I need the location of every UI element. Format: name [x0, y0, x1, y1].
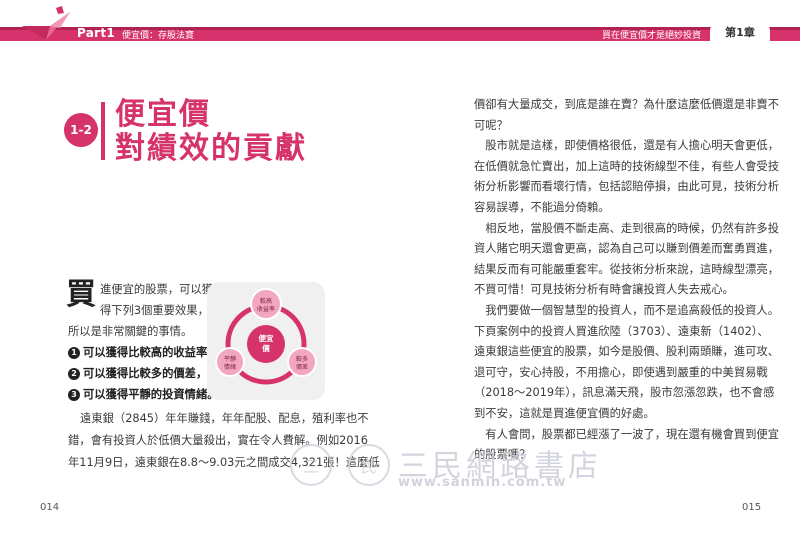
intro-line: 進便宜的股票，可以獲 [100, 283, 213, 296]
body-line: 術分析影響而看壞行情，包括認賠停損，由此可見，技術分析 [474, 180, 780, 194]
section-title-line1: 便宜價 [115, 97, 211, 132]
body-line: （2018～2019年），訊息滿天飛，股市忽漲忽跌，也不會感 [474, 386, 775, 400]
paper-boat-icon [22, 6, 70, 40]
top-label-2: 收益率 [257, 305, 275, 313]
center-label-1: 便宜 [259, 333, 274, 343]
body-line: 不買可惜！可見技術分析有時會讓投資人失去戒心。 [474, 283, 734, 297]
benefit-item: 3 可以獲得平靜的投資情緒。 [68, 384, 219, 405]
page-number-left: 014 [40, 502, 60, 513]
cycle-diagram: 便宜 價 較高 收益率 較多 價差 平靜 情緒 [215, 288, 317, 385]
benefit-text: 可以獲得平靜的投資情緒。 [83, 388, 219, 401]
body-line: 在低價就急忙賣出，加上這時的技術線型不佳，有些人會受技 [474, 159, 780, 173]
page-number-right: 015 [742, 502, 762, 513]
benefit-text: 可以獲得比較高的收益率， [83, 346, 219, 359]
part-subtitle: 便宜價：存股法寶 [122, 31, 195, 41]
intro-line: 所以是非常關鍵的事情。 [68, 325, 193, 338]
right-label-1: 較多 [296, 355, 308, 363]
body-line: 退可守，安心持股，不用擔心，即使遇到嚴重的中美貿易戰 [474, 365, 768, 379]
benefit-item: 1 可以獲得比較高的收益率， [68, 342, 219, 363]
number-badge: 1 [68, 347, 80, 359]
center-label-2: 價 [261, 343, 270, 353]
watermark-seal: 三 [290, 444, 332, 486]
body-line: 價卻有大量成交，到底是誰在賣？為什麼這麼低價還是非賣不 [474, 98, 780, 111]
body-line: 到不安，這就是買進便宜價的好處。 [474, 407, 655, 420]
body-line: 遠東銀這些便宜的股票，如今是股價、股利兩頭賺，進可攻、 [474, 345, 780, 359]
benefit-text: 可以獲得比較多的價差， [83, 367, 208, 380]
watermark-seal: 民 [348, 444, 390, 486]
dropcap: 買 [66, 277, 96, 312]
left-label-2: 情緒 [224, 363, 236, 371]
body-line: 我們要做一個智慧型的投資人，而不是追高殺低的投資人。 [474, 304, 780, 317]
left-label-1: 平靜 [224, 355, 236, 363]
body-line: 結果反而有可能嚴重套牢。從技術分析來說，這時線型漂亮， [474, 262, 780, 276]
section-number-badge: 1-2 [64, 113, 98, 147]
section-divider [101, 102, 105, 160]
number-badge: 2 [68, 368, 80, 380]
watermark-url: www.sanmin.com.tw [398, 475, 567, 490]
body-line: 遠東銀（2845）年年賺錢，年年配股、配息，殖利率也不 [80, 412, 369, 425]
benefit-diagram: 便宜 價 較高 收益率 較多 價差 平靜 情緒 [207, 282, 325, 400]
body-line: 股市就是這樣，即使價格很低，還是有人擔心明天會更低， [474, 139, 780, 153]
section-title: 便宜價 對績效的貢獻 [115, 98, 307, 166]
body-line: 下頁案例中的投資人買進欣陸（3703）、遠東新（1402）、 [474, 324, 769, 338]
intro-line: 得下列3個重要效果， [100, 304, 209, 317]
part-label: Part1 [77, 26, 116, 40]
body-line: 資人賭它明天還會更高，認為自己可以賺到價差而奮勇買進， [474, 242, 780, 256]
body-line: 年11月9日，遠東銀在8.8～9.03元之間成交4,321張！這麼低 [68, 456, 380, 469]
section-title-line2: 對績效的貢獻 [115, 131, 307, 166]
body-line: 容易誤導，不能過分倚賴。 [474, 201, 610, 214]
body-line: 相反地，當股價不斷走高、走到很高的時候，仍然有許多投 [474, 221, 780, 235]
benefit-item: 2 可以獲得比較多的價差， [68, 363, 207, 384]
right-label-2: 價差 [296, 363, 308, 371]
chapter-tab: 第1章 [710, 21, 770, 43]
running-book-title: 買在便宜價才是絕妙投資 [602, 31, 702, 41]
top-label-1: 較高 [260, 297, 272, 305]
number-badge: 3 [68, 389, 80, 401]
body-line: 可呢？ [474, 118, 508, 132]
